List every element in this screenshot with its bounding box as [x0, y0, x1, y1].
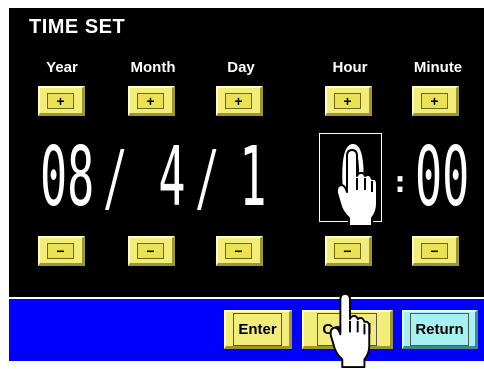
page-title: TIME SET	[29, 16, 126, 38]
minus-icon: −	[334, 243, 361, 259]
date-separator: /	[103, 135, 128, 221]
minute-increment-button[interactable]: +	[412, 86, 459, 116]
plus-icon: +	[137, 93, 164, 109]
day-increment-button[interactable]: +	[216, 86, 263, 116]
minute-label: Minute	[413, 59, 463, 76]
date-separator: /	[195, 135, 220, 221]
month-decrement-button[interactable]: −	[128, 236, 175, 266]
hand-pointer-icon	[335, 149, 378, 227]
month-value[interactable]: 4	[150, 137, 194, 219]
return-button[interactable]: Return	[402, 310, 478, 349]
year-decrement-button[interactable]: −	[38, 236, 85, 266]
minute-value[interactable]: 00	[415, 137, 469, 219]
day-value[interactable]: 1	[231, 137, 275, 219]
hour-decrement-button[interactable]: −	[325, 236, 372, 266]
year-label: Year	[46, 59, 78, 76]
day-label: Day	[227, 59, 255, 76]
plus-icon: +	[225, 93, 252, 109]
minus-icon: −	[225, 243, 252, 259]
time-separator: :	[391, 165, 410, 200]
month-increment-button[interactable]: +	[128, 86, 175, 116]
hour-label: Hour	[332, 59, 368, 76]
plus-icon: +	[421, 93, 448, 109]
plus-icon: +	[47, 93, 74, 109]
hour-increment-button[interactable]: +	[325, 86, 372, 116]
minus-icon: −	[47, 243, 74, 259]
year-value[interactable]: 08	[40, 137, 94, 219]
day-decrement-button[interactable]: −	[216, 236, 263, 266]
return-label: Return	[410, 312, 469, 346]
year-increment-button[interactable]: +	[38, 86, 85, 116]
plus-icon: +	[334, 93, 361, 109]
month-label: Month	[130, 59, 176, 76]
hand-pointer-icon	[329, 292, 371, 369]
minus-icon: −	[137, 243, 164, 259]
minus-icon: −	[421, 243, 448, 259]
enter-button[interactable]: Enter	[224, 310, 292, 349]
minute-decrement-button[interactable]: −	[412, 236, 459, 266]
enter-label: Enter	[233, 312, 282, 346]
